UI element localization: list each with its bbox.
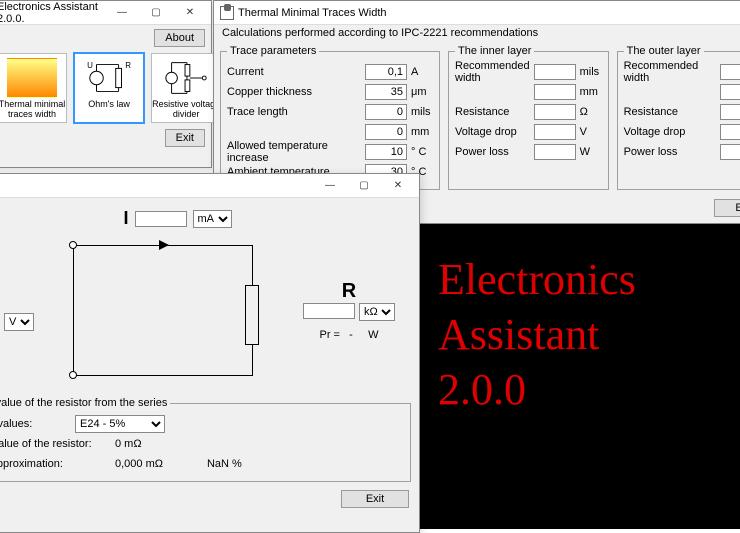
copper-thickness-input[interactable] bbox=[365, 84, 407, 100]
outer-power-loss[interactable] bbox=[720, 144, 740, 160]
ohm-circuit-diagram bbox=[63, 237, 263, 387]
minimize-icon[interactable]: — bbox=[105, 3, 139, 23]
promo-line3: 2.0.0 bbox=[438, 362, 740, 417]
approx-nan: NaN % bbox=[207, 458, 242, 470]
outer-voltage-drop[interactable] bbox=[720, 124, 740, 140]
card-thermal[interactable]: Thermal minimaltraces width bbox=[0, 53, 67, 123]
thermal-titlebar: Thermal Minimal Traces Width bbox=[214, 1, 740, 25]
trace-parameters-group: Trace parameters Current A Copper thickn… bbox=[220, 45, 440, 190]
thermal-note: Calculations performed according to IPC-… bbox=[214, 25, 740, 41]
trace-length-mils-input[interactable] bbox=[365, 104, 407, 120]
outer-recw-mm[interactable] bbox=[720, 84, 740, 100]
nearest-value: 0 mΩ bbox=[115, 438, 142, 450]
inner-recw-mm[interactable] bbox=[534, 84, 576, 100]
card-label: Resistive voltagedivider bbox=[152, 100, 220, 120]
ohms-law-window: n's Law — ▢ ✕ I mA U V R bbox=[0, 173, 420, 533]
ohm-titlebar: n's Law — ▢ ✕ bbox=[0, 174, 419, 198]
trace-length-label: Trace length bbox=[227, 106, 361, 118]
U-unit-select[interactable]: V bbox=[4, 313, 34, 331]
outer-recw-mils[interactable] bbox=[720, 64, 740, 80]
maximize-icon[interactable]: ▢ bbox=[347, 176, 381, 196]
temp-increase-input[interactable] bbox=[365, 144, 407, 160]
I-label: I bbox=[123, 208, 128, 229]
card-ohms-law[interactable]: U R Ohm's law bbox=[74, 53, 144, 123]
close-icon[interactable]: ✕ bbox=[381, 176, 415, 196]
thermal-exit-button[interactable]: E bbox=[714, 199, 740, 217]
card-label: Thermal minimaltraces width bbox=[0, 100, 66, 120]
R-input[interactable] bbox=[303, 303, 355, 319]
about-button[interactable]: About bbox=[154, 29, 205, 47]
series-select[interactable]: E24 - 5% bbox=[75, 415, 165, 433]
current-label: Current bbox=[227, 66, 361, 78]
I-unit-select[interactable]: mA bbox=[193, 210, 232, 228]
close-icon[interactable]: ✕ bbox=[173, 3, 207, 23]
card-label: Ohm's law bbox=[75, 100, 143, 110]
main-titlebar: Electronics Assistant 2.0.0. — ▢ ✕ bbox=[0, 1, 211, 25]
card-resistive-divider[interactable]: Resistive voltagedivider bbox=[151, 53, 221, 123]
R-label: R bbox=[279, 280, 419, 303]
main-title: Electronics Assistant 2.0.0. bbox=[0, 1, 105, 25]
temp-increase-label: Allowed temperature increase bbox=[227, 140, 361, 164]
outer-layer-group: The outer layer Recommended width Resist… bbox=[617, 45, 740, 190]
ohm-title: n's Law bbox=[0, 180, 313, 192]
U-label: U bbox=[0, 290, 46, 313]
R-unit-select[interactable]: kΩ bbox=[359, 303, 395, 321]
promo-line1: Electronics bbox=[438, 252, 740, 307]
approx-value: 0,000 mΩ bbox=[115, 458, 163, 470]
inner-voltage-drop[interactable] bbox=[534, 124, 576, 140]
exit-button[interactable]: Exit bbox=[165, 129, 205, 147]
inner-layer-group: The inner layer Recommended widthmils mm… bbox=[448, 45, 609, 190]
thermal-title: Thermal Minimal Traces Width bbox=[238, 7, 740, 19]
inner-power-loss[interactable] bbox=[534, 144, 576, 160]
app-icon bbox=[220, 6, 234, 20]
inner-recw-mils[interactable] bbox=[534, 64, 576, 80]
promo-line2: Assistant bbox=[438, 307, 740, 362]
outer-resistance[interactable] bbox=[720, 104, 740, 120]
trace-length-mm-input[interactable] bbox=[365, 124, 407, 140]
ohm-exit-button[interactable]: Exit bbox=[341, 490, 409, 508]
main-window: Electronics Assistant 2.0.0. — ▢ ✕ About… bbox=[0, 0, 212, 168]
current-input[interactable] bbox=[365, 64, 407, 80]
copper-thickness-label: Copper thickness bbox=[227, 86, 361, 98]
I-input[interactable] bbox=[135, 211, 187, 227]
inner-resistance[interactable] bbox=[534, 104, 576, 120]
maximize-icon[interactable]: ▢ bbox=[139, 3, 173, 23]
minimize-icon[interactable]: — bbox=[313, 176, 347, 196]
promo-panel: Electronics Assistant 2.0.0 bbox=[420, 224, 740, 529]
series-group: Nearest value of the resistor from the s… bbox=[0, 397, 411, 482]
